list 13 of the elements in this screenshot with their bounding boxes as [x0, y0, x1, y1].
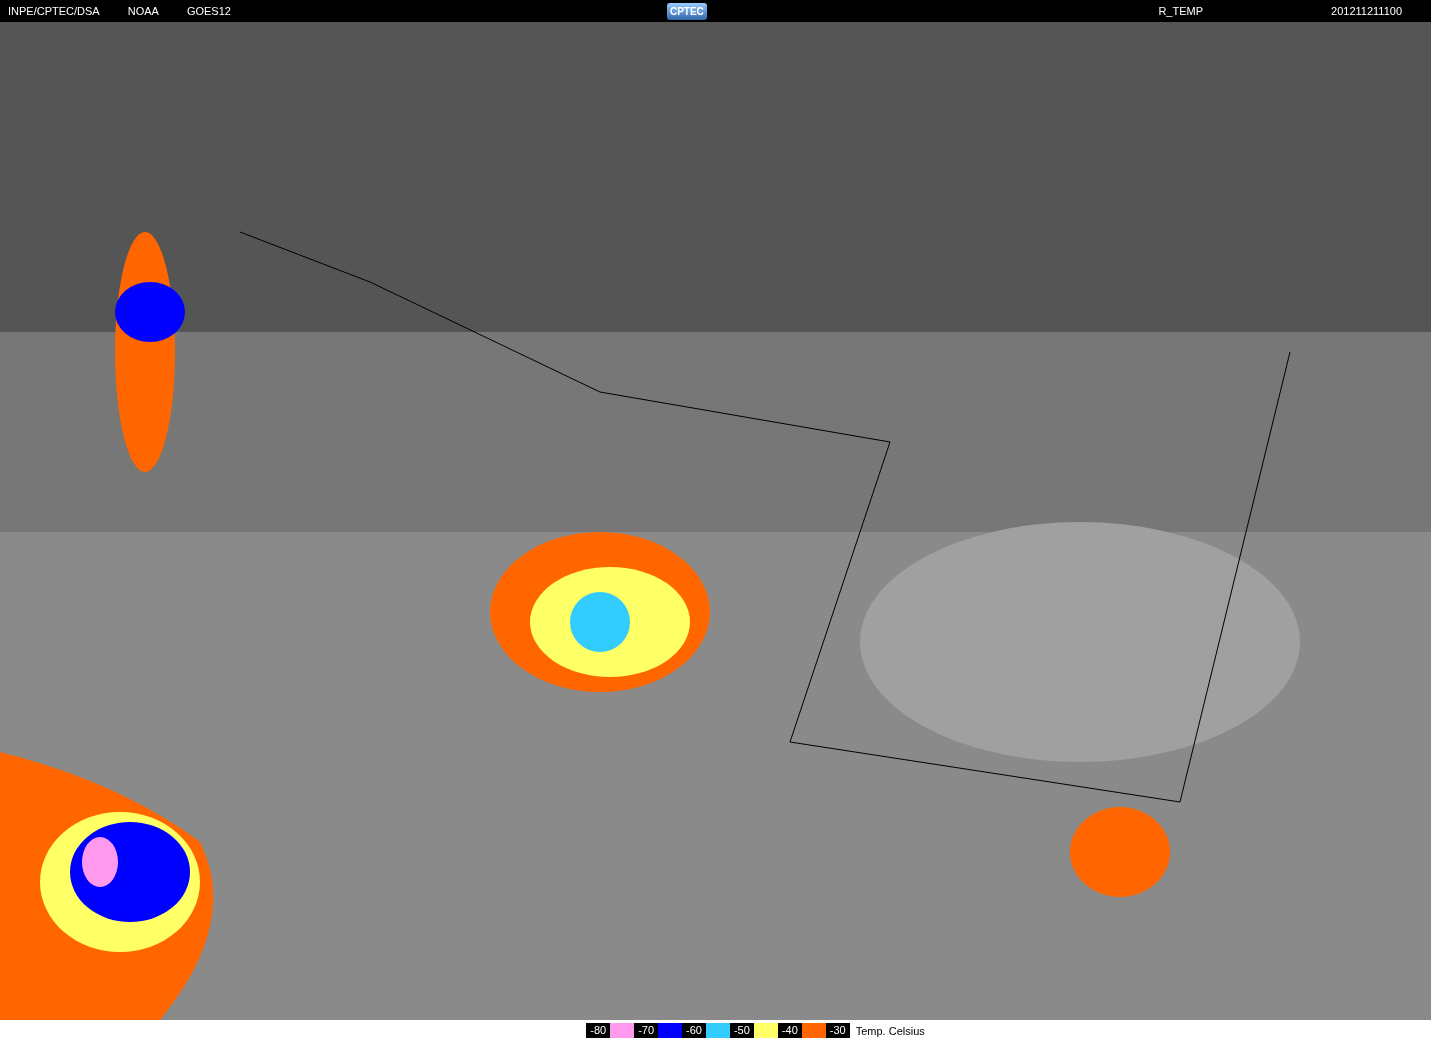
header-label: GOES12	[186, 5, 231, 17]
logo: CPTEC	[666, 2, 707, 20]
legend-unit: Temp. Celsius	[855, 1024, 925, 1037]
legend-label: -30	[825, 1023, 850, 1038]
timestamp: 201211211100	[1331, 5, 1402, 17]
legend-label: -50	[729, 1023, 754, 1038]
header-label: INPE/CPTEC/DSA	[8, 5, 100, 17]
legend-label: -70	[634, 1023, 659, 1038]
header-label: NOAA	[127, 5, 159, 17]
legend-label: -80	[586, 1023, 611, 1038]
product-label: R_TEMP	[1158, 5, 1204, 17]
legend-label: -60	[682, 1023, 706, 1038]
legend-label: -40	[777, 1023, 802, 1038]
